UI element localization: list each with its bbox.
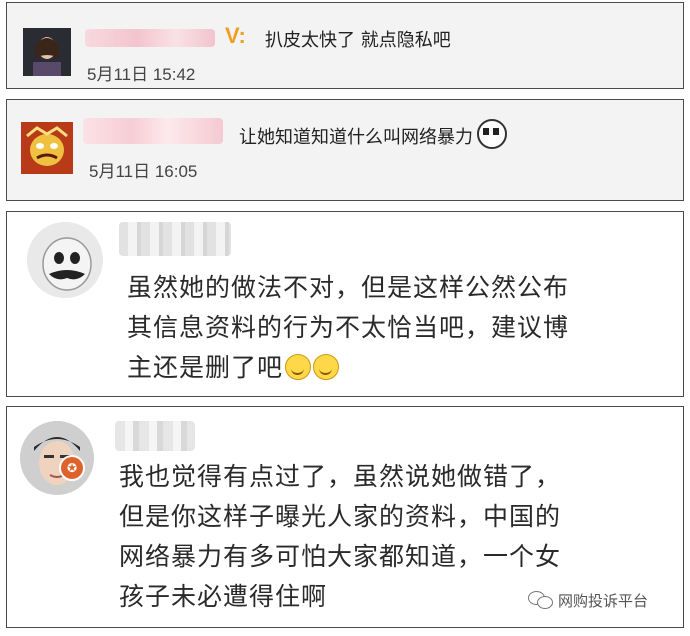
blurred-username — [83, 118, 223, 144]
comment-line: 其信息资料的行为不太恰当吧，建议博 — [127, 313, 570, 342]
watermark: 网购投诉平台 — [528, 590, 648, 611]
blurred-username — [119, 222, 231, 256]
blurred-username — [85, 29, 215, 47]
comment-line: 主还是删了吧 — [127, 353, 284, 382]
smile-icon — [285, 354, 312, 380]
comment-text: 让她知道知道什么叫网络暴力 — [239, 127, 473, 148]
avatar[interactable] — [27, 222, 103, 298]
comment-card: 虽然她的做法不对，但是这样公然公布 其信息资料的行为不太恰当吧，建议博 主还是删… — [6, 211, 684, 397]
avatar[interactable] — [23, 28, 71, 76]
comment-body: 我也觉得有点过了，虽然说她做错了， 但是你这样子曝光人家的资料，中国的 网络暴力… — [119, 457, 561, 617]
star-badge-icon: ✪ — [59, 455, 85, 481]
avatar[interactable] — [20, 421, 94, 495]
comment-card: V: 扒皮太快了 就点隐私吧 5月11日 15:42 — [6, 2, 684, 89]
wechat-icon — [528, 591, 554, 609]
comment-text: 扒皮太快了 就点隐私吧 — [265, 30, 451, 51]
comment-time: 5月11日 15:42 — [87, 65, 196, 84]
verified-badge: V: — [225, 23, 246, 48]
comment-text-row: 让她知道知道什么叫网络暴力 — [239, 119, 507, 149]
comment-body: 虽然她的做法不对，但是这样公然公布 其信息资料的行为不太恰当吧，建议博 主还是删… — [127, 268, 569, 388]
comment-line: 但是你这样子曝光人家的资料，中国的 — [119, 502, 562, 531]
comment-line: 我也觉得有点过了，虽然说她做错了， — [119, 462, 562, 491]
panda-icon — [477, 119, 507, 149]
comment-time: 5月11日 16:05 — [89, 162, 198, 181]
comment-line: 网络暴力有多可怕大家都知道，一个女 — [119, 542, 562, 571]
avatar[interactable] — [21, 122, 73, 174]
comment-line-last: 主还是删了吧 — [127, 348, 569, 388]
comment-line: 孩子未必遭得住啊 — [119, 582, 328, 611]
comment-card: 让她知道知道什么叫网络暴力 5月11日 16:05 — [6, 99, 684, 201]
comment-line: 虽然她的做法不对，但是这样公然公布 — [127, 273, 570, 302]
watermark-text: 网购投诉平台 — [558, 592, 649, 610]
blurred-username — [115, 421, 195, 451]
smile-icon — [313, 354, 340, 380]
